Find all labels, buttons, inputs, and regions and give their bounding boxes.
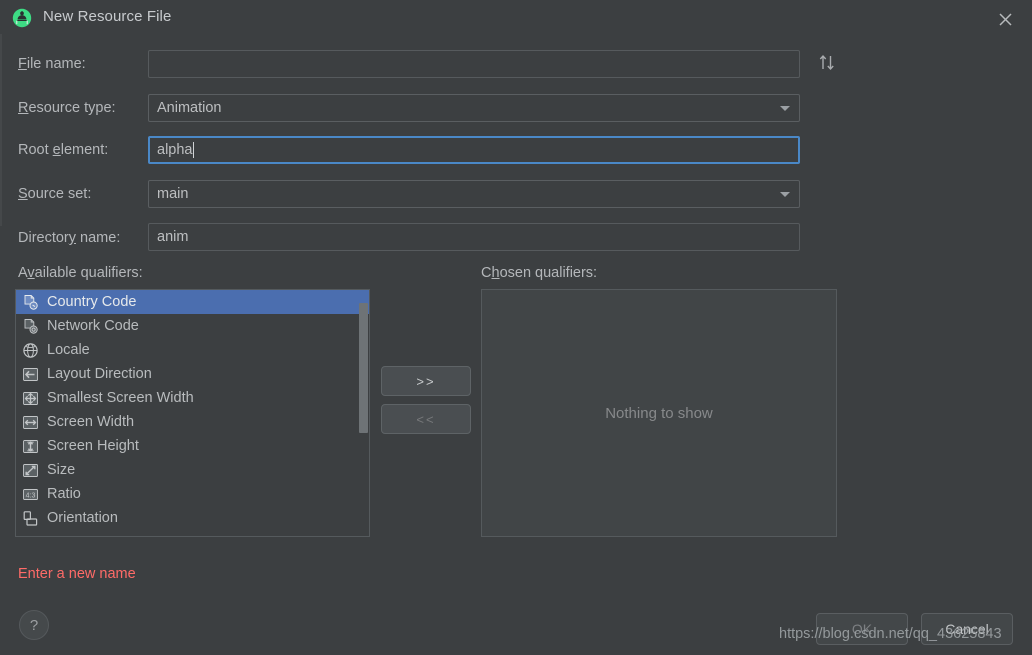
empty-state-text: Nothing to show: [605, 404, 713, 422]
qualifier-item-label: Layout Direction: [47, 366, 152, 382]
qualifier-list-item[interactable]: Country Code: [16, 290, 369, 314]
close-icon[interactable]: [994, 8, 1016, 30]
qualifier-list-item[interactable]: Locale: [16, 338, 369, 362]
root-element-label-b: lement:: [60, 142, 109, 158]
error-message: Enter a new name: [18, 566, 136, 582]
screen-width-icon: [22, 414, 39, 431]
file-name-label: File name:: [18, 56, 86, 72]
directory-name-label: Directory name:: [18, 230, 121, 246]
screen-height-icon: [22, 438, 39, 455]
qualifier-list-item[interactable]: Smallest Screen Width: [16, 386, 369, 410]
source-set-value: main: [157, 186, 189, 202]
ratio-icon: 4:3: [22, 486, 39, 503]
dialog-titlebar: New Resource File: [0, 0, 1032, 37]
resource-type-combobox[interactable]: Animation: [148, 94, 800, 122]
available-qualifiers-items: Country Code Network Code Locale Layout Dir…: [16, 290, 369, 530]
source-set-label: Source set:: [18, 186, 92, 202]
sort-swap-icon[interactable]: [816, 52, 838, 74]
resource-type-label-rest: esource type:: [28, 100, 116, 116]
resource-type-value: Animation: [157, 100, 222, 116]
available-list-scrollbar[interactable]: [359, 291, 368, 536]
qualifier-item-label: Screen Height: [47, 438, 139, 454]
dialog-left-edge: [0, 34, 2, 226]
directory-name-input[interactable]: anim: [148, 223, 800, 251]
qualifier-item-label: Orientation: [47, 510, 118, 526]
chosen-label-b: osen qualifiers:: [499, 265, 598, 281]
text-caret: [193, 142, 195, 158]
scrollbar-thumb[interactable]: [359, 303, 368, 433]
qualifier-item-label: Country Code: [47, 294, 137, 310]
cancel-button[interactable]: Cancel: [921, 613, 1013, 645]
orientation-icon: [22, 510, 39, 527]
qualifier-list-item[interactable]: Orientation: [16, 506, 369, 530]
root-element-label-a: Root: [18, 142, 53, 158]
help-icon[interactable]: ?: [19, 610, 49, 640]
available-qualifiers-label: Available qualifiers:: [18, 265, 143, 281]
chevron-down-icon: [780, 192, 790, 197]
qualifier-item-label: Ratio: [47, 486, 81, 502]
network-code-icon: [22, 318, 39, 335]
root-element-label: Root element:: [18, 142, 109, 158]
qualifier-list-item[interactable]: Network Code: [16, 314, 369, 338]
smallest-screen-width-icon: [22, 390, 39, 407]
directory-name-value: anim: [157, 229, 189, 245]
available-qualifiers-list[interactable]: Country Code Network Code Locale Layout Dir…: [15, 289, 370, 537]
layout-direction-icon: [22, 366, 39, 383]
resource-type-label: Resource type:: [18, 100, 116, 116]
available-label-a: A: [18, 265, 28, 281]
android-studio-icon: [12, 8, 32, 28]
ok-button[interactable]: OK: [816, 613, 908, 645]
svg-text:4:3: 4:3: [26, 492, 36, 499]
qualifier-item-label: Network Code: [47, 318, 139, 334]
file-name-input[interactable]: [148, 50, 800, 78]
available-label-b: ailable qualifiers:: [34, 265, 143, 281]
qualifier-list-item[interactable]: Size: [16, 458, 369, 482]
qualifier-list-item[interactable]: Screen Height: [16, 434, 369, 458]
source-set-combobox[interactable]: main: [148, 180, 800, 208]
chosen-qualifiers-list[interactable]: Nothing to show: [481, 289, 837, 537]
chosen-qualifiers-label: Chosen qualifiers:: [481, 265, 598, 281]
qualifier-list-item[interactable]: Screen Width: [16, 410, 369, 434]
locale-globe-icon: [22, 342, 39, 359]
qualifier-item-label: Locale: [47, 342, 90, 358]
size-icon: [22, 462, 39, 479]
directory-name-label-b: name:: [76, 230, 121, 246]
dialog-title: New Resource File: [43, 8, 172, 25]
root-element-value: alpha: [157, 142, 193, 158]
source-set-label-rest: ource set:: [27, 186, 92, 202]
qualifier-item-label: Size: [47, 462, 76, 478]
qualifier-item-label: Screen Width: [47, 414, 135, 430]
qualifier-list-item[interactable]: Layout Direction: [16, 362, 369, 386]
remove-qualifier-button[interactable]: <<: [381, 404, 471, 434]
country-code-icon: [22, 294, 39, 311]
chosen-label-a: C: [481, 265, 492, 281]
new-resource-file-dialog: New Resource File File name: Resource ty…: [0, 0, 1032, 655]
qualifier-list-item[interactable]: 4:3 Ratio: [16, 482, 369, 506]
add-qualifier-button[interactable]: >>: [381, 366, 471, 396]
directory-name-label-a: Director: [18, 230, 69, 246]
chevron-down-icon: [780, 106, 790, 111]
file-name-label-rest: ile name:: [26, 56, 86, 72]
root-element-input[interactable]: alpha: [148, 136, 800, 164]
qualifier-item-label: Smallest Screen Width: [47, 390, 194, 406]
